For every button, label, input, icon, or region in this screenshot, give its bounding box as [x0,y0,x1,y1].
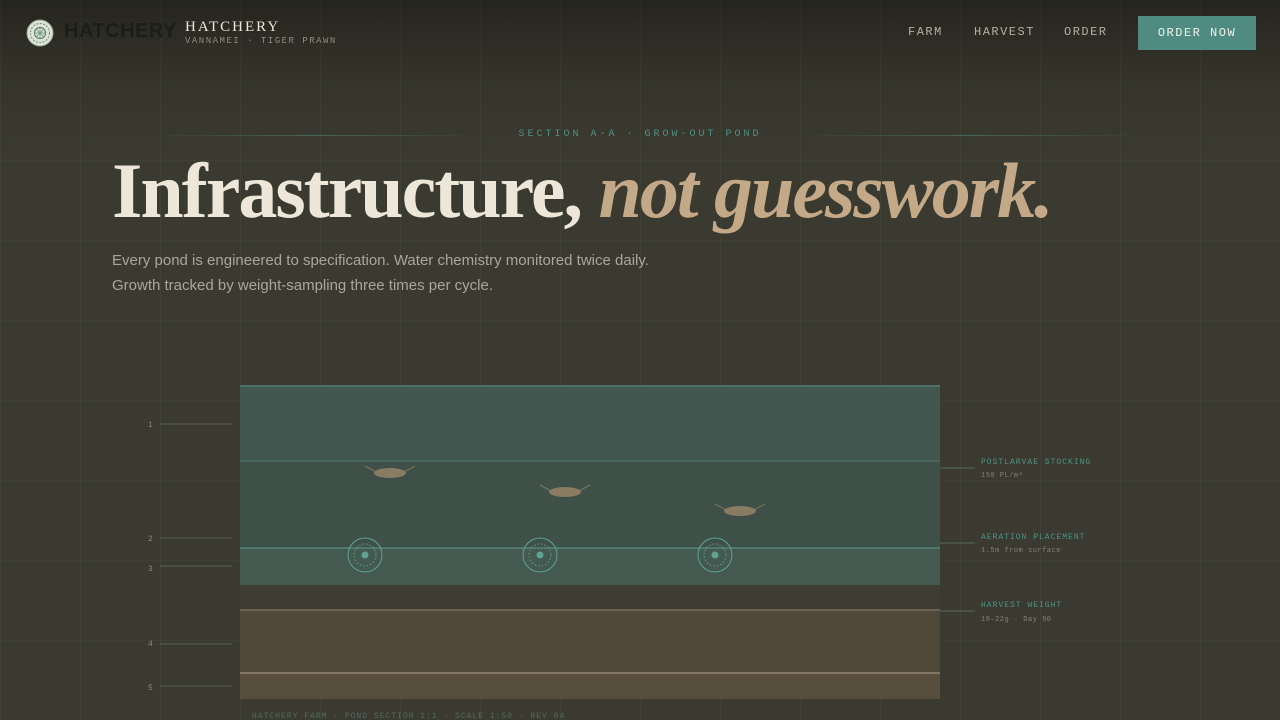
layer-marker: 4 [148,640,153,649]
annotation-harvest-title: HARVEST WEIGHT [981,601,1062,610]
annotation-aeration-detail: 1.5m from surface [981,547,1061,555]
order-now-button[interactable]: ORDER NOW [1138,16,1256,50]
layer-marker: 2 [148,535,153,544]
headline-main: Infrastructure, [112,147,583,234]
layer-marker: 1 [148,421,153,430]
diagram-footnote: HATCHERY FARM · POND SECTION 1:1 · SCALE… [252,712,566,720]
brand-subtitle: VANNAMEI · TIGER PRAWN [185,36,337,46]
brand-title: HATCHERY [185,19,281,35]
annotation-aeration-title: AERATION PLACEMENT [981,533,1085,542]
water-top-layer [240,385,940,461]
hero-description: Every pond is engineered to specificatio… [112,248,712,298]
water-bottom-layer [240,548,940,585]
sediment-gap [240,585,940,610]
layer-marker: 5 [148,684,153,693]
pond-liner-layer [240,673,940,699]
nav-link-harvest[interactable]: HARVEST [974,25,1035,39]
section-label: SECTION A-A · GROW-OUT POND [518,129,762,140]
nav-link-farm[interactable]: FARM [908,25,943,39]
annotation-harvest-detail: 18–22g · Day 90 [981,616,1052,624]
nav-link-order[interactable]: ORDER [1064,25,1108,39]
seal-icon[interactable] [26,19,54,47]
site-header: HATCHERY HATCHERY VANNAMEI · TIGER PRAWN… [0,0,1280,64]
annotation-stocking-detail: 150 PL/m² [981,472,1023,480]
annotation-stocking-title: POSTLARVAE STOCKING [981,458,1091,467]
layer-marker: 3 [148,565,153,574]
lede-line-1: Every pond is engineered to specificatio… [112,252,649,269]
logo-wordmark[interactable]: HATCHERY [64,20,177,43]
lede-line-2: Growth tracked by weight-sampling three … [112,277,493,294]
pond-floor-layer [240,610,940,673]
headline-accent: not guesswork. [598,147,1053,234]
page-title: Infrastructure, not guesswork. [112,152,1054,230]
